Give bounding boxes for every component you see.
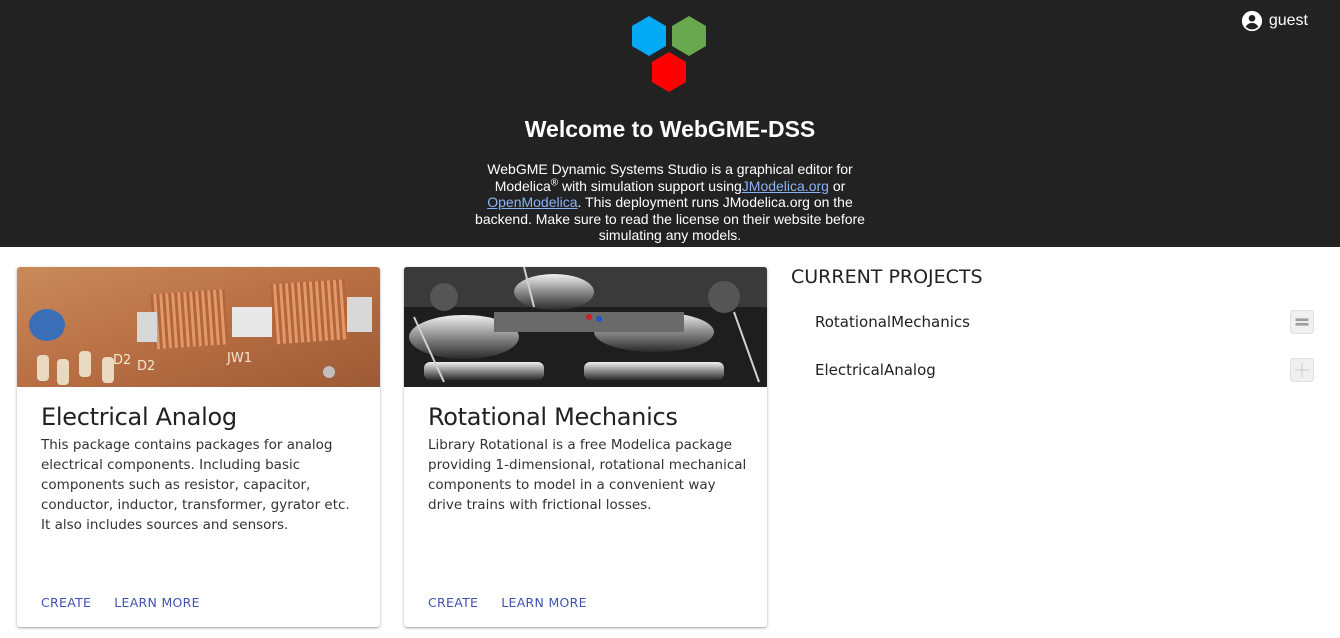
card-title: Rotational Mechanics [428, 403, 678, 431]
intro-part3: or [828, 177, 846, 194]
intro-text: WebGME Dynamic Systems Studio is a graph… [470, 161, 870, 244]
intro-part2: with simulation support using [558, 177, 742, 194]
card-electrical-analog: D2 D2 JW1 Electrical Analog This package… [17, 267, 380, 627]
account-circle-icon [1241, 10, 1262, 32]
card-description: This package contains packages for analo… [41, 437, 350, 533]
create-button[interactable]: CREATE [33, 591, 99, 614]
card-actions: CREATE LEARN MORE [420, 591, 602, 614]
projects-title: CURRENT PROJECTS [791, 266, 983, 288]
svg-text:D2: D2 [113, 353, 131, 368]
learn-more-button[interactable]: LEARN MORE [493, 591, 595, 614]
card-rotational-mechanics: Rotational Mechanics Library Rotational … [404, 267, 767, 627]
project-name: RotationalMechanics [815, 313, 970, 331]
header-banner: guest Welcome to WebGME-DSS WebGME Dynam… [0, 0, 1340, 247]
webgme-logo [632, 16, 706, 92]
card-title: Electrical Analog [41, 403, 237, 431]
project-item-electricalanalog[interactable]: ElectricalAnalog [791, 350, 1321, 390]
user-name: guest [1268, 12, 1308, 29]
current-projects-panel: CURRENT PROJECTS RotationalMechanics Ele… [791, 266, 1321, 382]
page-title: Welcome to WebGME-DSS [524, 116, 816, 142]
openmodelica-link[interactable]: OpenModelica [487, 194, 577, 210]
project-name: ElectricalAnalog [815, 361, 936, 379]
user-menu[interactable]: guest [1241, 10, 1308, 32]
project-item-rotationalmechanics[interactable]: RotationalMechanics [791, 302, 1321, 342]
svg-text:D2: D2 [137, 359, 155, 374]
svg-text:JW1: JW1 [226, 351, 252, 366]
card-description: Library Rotational is a free Modelica pa… [428, 437, 747, 513]
card-actions: CREATE LEARN MORE [33, 591, 215, 614]
learn-more-button[interactable]: LEARN MORE [106, 591, 208, 614]
project-thumbnail-icon [1290, 358, 1314, 382]
engine-image [404, 267, 767, 387]
project-thumbnail-icon [1290, 310, 1314, 334]
create-button[interactable]: CREATE [420, 591, 486, 614]
electronic-components-image: D2 D2 JW1 [17, 267, 380, 387]
jmodelica-link[interactable]: JModelica.org [742, 178, 829, 194]
